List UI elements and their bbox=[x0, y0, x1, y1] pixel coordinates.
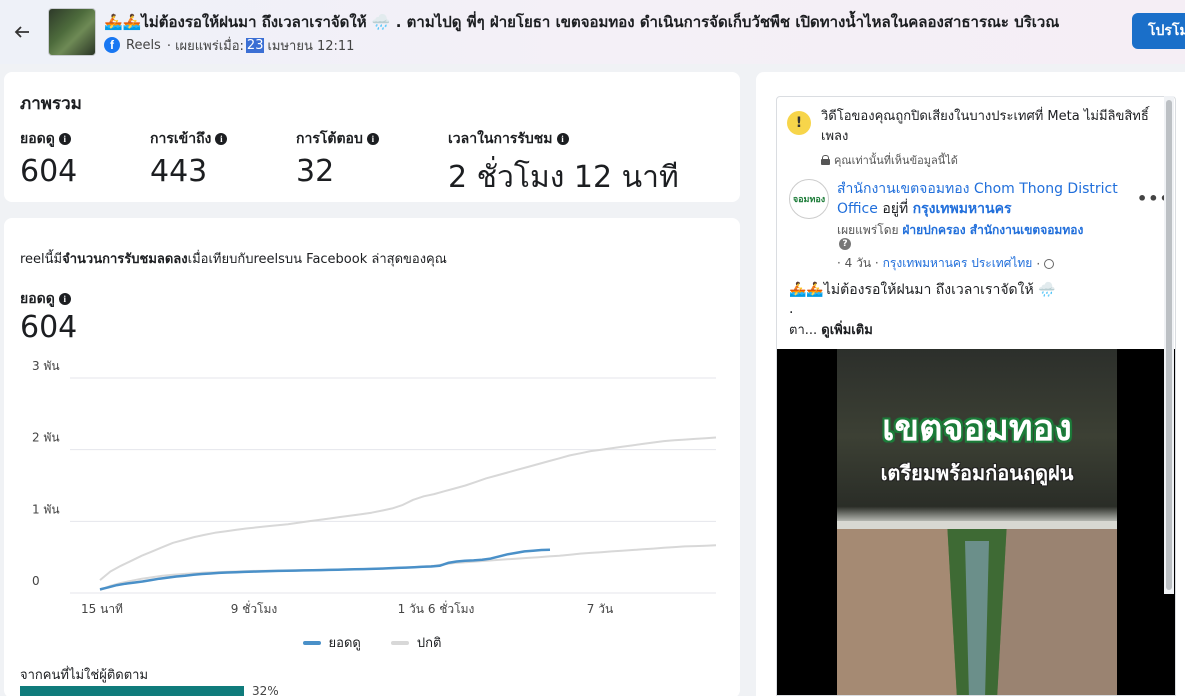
info-icon[interactable]: i bbox=[366, 133, 379, 145]
video-title: เขตจอมทอง bbox=[882, 408, 1072, 449]
stat-label: การโต้ตอบ bbox=[296, 131, 363, 147]
views-card: reelนี้มีจำนวนการรับชมลดลงเมื่อเทียบกับr… bbox=[4, 218, 740, 696]
y-tick-label: 3 พัน bbox=[32, 359, 60, 373]
published-day: 23 bbox=[245, 37, 265, 53]
nonfollower-label: จากคนที่ไม่ใช่ผู้ติดตาม bbox=[20, 668, 149, 683]
back-button[interactable] bbox=[10, 20, 34, 44]
video-subtitle: เตรียมพร้อมก่อนฤดูฝน bbox=[880, 461, 1074, 485]
note-text: reelนี้มี bbox=[20, 252, 63, 267]
location-link[interactable]: กรุงเทพมหานคร bbox=[913, 201, 1012, 217]
see-more-link[interactable]: ดูเพิ่มเติม bbox=[821, 323, 872, 338]
y-tick-label: 2 พัน bbox=[32, 431, 60, 445]
note-text: เมื่อเทียบกับreelsบน Facebook ล่าสุดของค… bbox=[187, 252, 447, 267]
legend-item-typical[interactable]: ปกติ bbox=[390, 632, 442, 653]
stat-label: เวลาในการรับชม bbox=[448, 131, 553, 147]
chart-legend: ยอดดู ปกติ bbox=[4, 632, 740, 653]
reel-thumbnail[interactable] bbox=[48, 8, 96, 56]
platform-label: Reels bbox=[126, 37, 161, 53]
video-player[interactable]: เขตจอมทอง เตรียมพร้อมก่อนฤดูฝน bbox=[777, 349, 1175, 695]
promote-button[interactable]: โปรโมท bbox=[1132, 13, 1185, 49]
post-time-line: · 4 วัน · กรุงเทพมหานคร ประเทศไทย · bbox=[837, 254, 1055, 273]
comparison-note: reelนี้มีจำนวนการรับชมลดลงเมื่อเทียบกับr… bbox=[20, 248, 447, 269]
stat-interactions: การโต้ตอบ i 32 bbox=[296, 128, 379, 189]
nonfollower-bar: 32% bbox=[20, 684, 720, 696]
stat-value: 604 bbox=[20, 154, 78, 189]
arrow-left-icon bbox=[14, 26, 29, 38]
warning-subtext: คุณเท่านั้นที่เห็นข้อมูลนี้ได้ bbox=[821, 151, 958, 169]
info-icon[interactable]: i bbox=[215, 133, 228, 145]
published-date: เมษายน 12:11 bbox=[267, 38, 355, 54]
caption-more-row: ตา... ดูเพิ่มเติม bbox=[789, 319, 873, 340]
stat-value: 443 bbox=[150, 154, 208, 189]
y-tick-label: 0 bbox=[32, 574, 40, 588]
overview-title: ภาพรวม bbox=[20, 94, 82, 114]
stat-reach: การเข้าถึง i 443 bbox=[150, 128, 228, 189]
scrollbar-thumb[interactable] bbox=[1166, 100, 1172, 590]
legend-swatch bbox=[302, 640, 321, 645]
info-icon[interactable]: i bbox=[58, 133, 71, 145]
stat-value: 32 bbox=[296, 154, 335, 189]
globe-icon bbox=[1044, 258, 1055, 269]
stat-label: ยอดดู bbox=[20, 131, 55, 147]
time-ago[interactable]: · 4 วัน · bbox=[837, 254, 879, 273]
series-typical-upper-line[interactable] bbox=[99, 436, 717, 581]
warning-icon: ! bbox=[787, 111, 811, 135]
warning-subtext-label: คุณเท่านั้นที่เห็นข้อมูลนี้ได้ bbox=[834, 154, 958, 167]
preview-scrollbar[interactable] bbox=[1164, 96, 1174, 594]
stat-watch-time: เวลาในการรับชม i 2 ชั่วโมง 12 นาที bbox=[448, 128, 679, 201]
published-by-link[interactable]: ฝ่ายปกครอง สำนักงานเขตจอมทอง bbox=[902, 223, 1083, 237]
page-avatar[interactable]: จอมทอง bbox=[789, 179, 829, 219]
stat-value: 2 ชั่วโมง 12 นาที bbox=[448, 160, 679, 195]
at-text: อยู่ที่ bbox=[882, 201, 909, 217]
nonfollower-bar-fill bbox=[20, 686, 244, 696]
top-bar: 🚣🚣ไม่ต้องรอให้ฝนมา ถึงเวลาเราจัดให้ 🌧️ .… bbox=[0, 0, 1185, 64]
post-preview: ! วิดีโอของคุณถูกปิดเสียงในบางประเทศที่ … bbox=[776, 96, 1176, 696]
location-full-link[interactable]: กรุงเทพมหานคร ประเทศไทย bbox=[883, 254, 1033, 273]
info-icon[interactable]: i bbox=[556, 133, 569, 145]
video-frame: เขตจอมทอง เตรียมพร้อมก่อนฤดูฝน bbox=[837, 349, 1117, 695]
stat-views: ยอดดู i 604 bbox=[20, 128, 77, 189]
facebook-icon: f bbox=[104, 37, 120, 53]
warning-text: วิดีโอของคุณถูกปิดเสียงในบางประเทศที่ Me… bbox=[821, 109, 1149, 144]
published-prefix: · เผยแพร่เมื่อ: bbox=[166, 38, 244, 54]
views-value: 604 bbox=[20, 310, 78, 345]
legend-swatch bbox=[390, 640, 409, 645]
lock-icon bbox=[821, 155, 830, 165]
post-meta: f Reels · เผยแพร่เมื่อ: 23 เมษายน 12:11 bbox=[104, 35, 354, 55]
x-tick-label: 7 วัน bbox=[587, 602, 613, 616]
x-tick-label: 15 นาที bbox=[81, 602, 123, 616]
post-caption: 🚣🚣ไม่ต้องรอให้ฝนมา ถึงเวลาเราจัดให้ 🌧️ bbox=[789, 282, 1056, 298]
note-bold: จำนวนการรับชมลดลง bbox=[62, 252, 188, 267]
views-label-row: ยอดดู i bbox=[20, 288, 71, 310]
x-tick-label: 1 วัน 6 ชั่วโมง bbox=[398, 600, 475, 616]
stat-label: การเข้าถึง bbox=[150, 131, 212, 147]
x-tick-label: 9 ชั่วโมง bbox=[231, 600, 278, 616]
legend-item-views[interactable]: ยอดดู bbox=[302, 632, 361, 653]
page-header: สำนักงานเขตจอมทอง Chom Thong District Of… bbox=[837, 179, 1127, 219]
legend-label: ยอดดู bbox=[328, 636, 361, 651]
published-by-prefix: เผยแพร่โดย bbox=[837, 223, 899, 237]
info-icon[interactable]: i bbox=[58, 293, 71, 305]
caption-truncated: ตา... bbox=[789, 323, 818, 338]
views-label: ยอดดู bbox=[20, 291, 55, 307]
published-by-line: เผยแพร่โดย ฝ่ายปกครอง สำนักงานเขตจอมทอง bbox=[837, 221, 1083, 240]
post-title: 🚣🚣ไม่ต้องรอให้ฝนมา ถึงเวลาเราจัดให้ 🌧️ .… bbox=[104, 13, 1060, 31]
canal-image bbox=[837, 521, 1117, 695]
caption-dot: . bbox=[789, 301, 794, 317]
nonfollower-pct: 32% bbox=[252, 684, 279, 696]
legend-label: ปกติ bbox=[416, 636, 442, 651]
y-tick-label: 1 พัน bbox=[32, 502, 60, 516]
overview-card: ภาพรวม ยอดดู i 604 การเข้าถึง i 443 การโต้… bbox=[4, 72, 740, 202]
series-views-line[interactable] bbox=[99, 548, 551, 591]
views-chart: 0 1 พัน 2 พัน 3 พัน 15 นาที 9 ชั่วโมง 1 วัน 6 … bbox=[32, 359, 717, 616]
help-icon[interactable]: ? bbox=[839, 238, 851, 250]
